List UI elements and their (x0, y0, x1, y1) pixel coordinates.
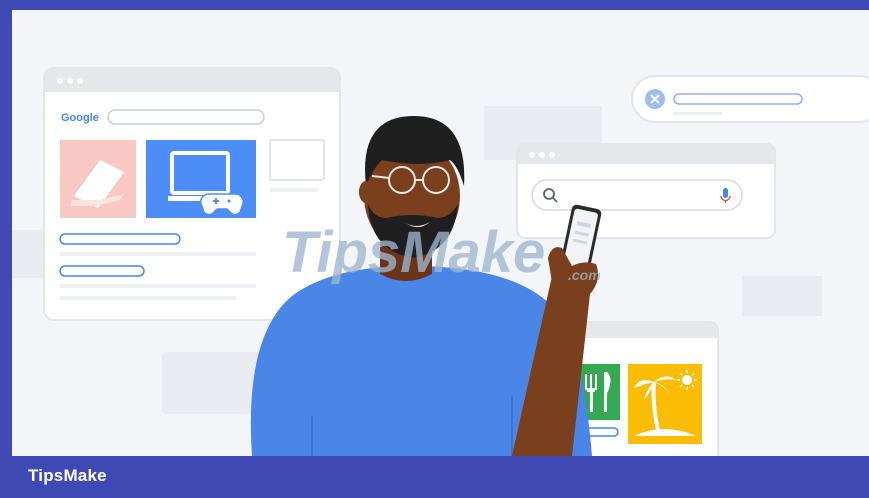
illustration-frame: Google TipsMake .com (12, 10, 869, 456)
text-line (60, 284, 256, 288)
search-bar (107, 109, 265, 125)
window-dot (539, 152, 545, 158)
text-line (674, 112, 722, 115)
result-link (59, 265, 145, 277)
footer-bar: TipsMake (0, 456, 869, 498)
watermark-suffix: .com (568, 267, 601, 283)
result-link (59, 233, 181, 245)
window-dot (67, 78, 73, 84)
search-box (531, 179, 743, 211)
image-placeholder (269, 139, 325, 181)
text-line (673, 93, 803, 105)
bg-block (742, 276, 822, 316)
window-dot (77, 78, 83, 84)
search-pill-top-right (631, 75, 869, 123)
watermark-text: TipsMake (282, 220, 545, 285)
footer-brand: TipsMake (28, 466, 107, 485)
window-dot (549, 152, 555, 158)
google-search-illustration: Google TipsMake .com (12, 67, 869, 456)
browser-window-right (516, 143, 776, 239)
text-line (270, 188, 318, 192)
sun-icon (677, 370, 697, 390)
text-line (60, 252, 256, 256)
window-dot (57, 78, 63, 84)
text-line (60, 296, 236, 300)
browser-window-bottom-right (569, 321, 719, 456)
window-dot (529, 152, 535, 158)
google-logo: Google (61, 112, 99, 124)
